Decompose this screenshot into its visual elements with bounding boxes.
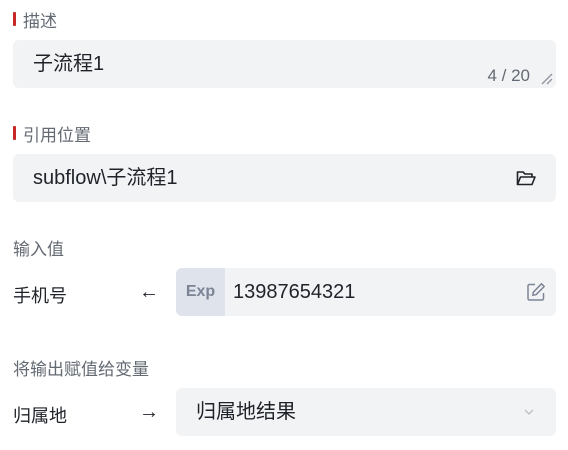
required-indicator [13,126,16,140]
edit-icon[interactable] [525,281,547,303]
resize-handle-icon[interactable] [541,73,553,85]
output-param-name: 归属地 [13,406,67,426]
output-section-label: 将输出赋值给变量 [13,359,149,379]
char-counter: 4 / 20 [487,66,530,85]
description-label-text: 描述 [23,11,57,31]
input-expression-value[interactable]: 13987654321 [233,268,355,316]
output-variable-value: 归属地结果 [196,401,296,423]
reference-path-field[interactable]: subflow\子流程1 [13,154,556,202]
exp-badge: Exp [176,268,225,316]
right-arrow-icon: → [139,401,159,423]
reference-label: 引用位置 [13,122,91,145]
input-expression-field[interactable]: Exp 13987654321 [176,268,556,316]
output-variable-select[interactable]: 归属地结果 [176,388,556,436]
description-value[interactable]: 子流程1 [33,40,104,88]
input-section-label: 输入值 [13,239,64,259]
reference-label-text: 引用位置 [23,125,91,145]
reference-value: subflow\子流程1 [33,167,178,189]
left-arrow-icon: ← [139,281,159,303]
description-textarea[interactable]: 子流程1 4 / 20 [13,40,556,88]
description-label: 描述 [13,8,57,31]
required-indicator [13,12,16,26]
chevron-down-icon[interactable] [523,406,535,418]
input-param-name: 手机号 [13,286,67,306]
folder-open-icon[interactable] [515,167,537,189]
